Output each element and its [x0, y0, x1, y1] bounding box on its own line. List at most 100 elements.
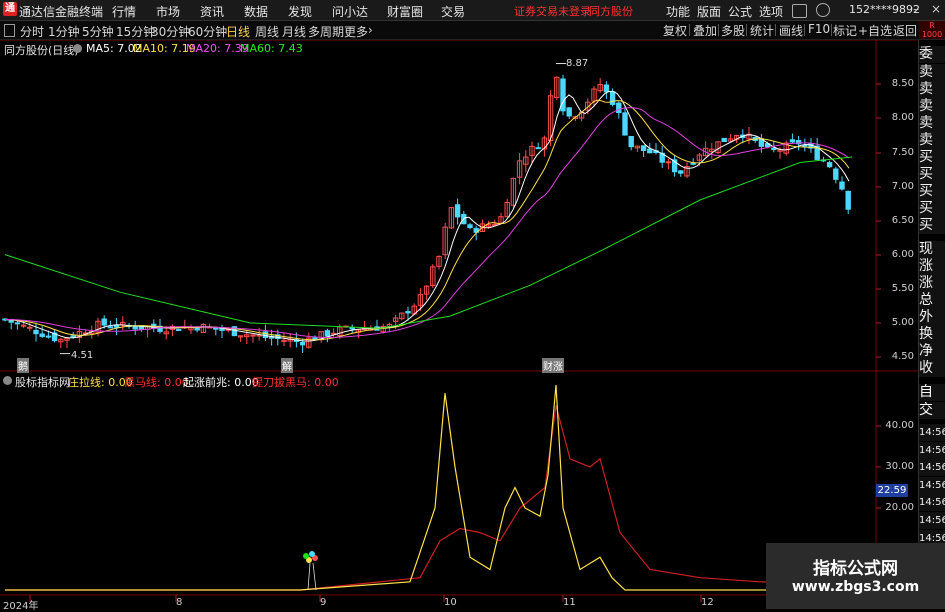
kline-chart-area[interactable]	[0, 40, 918, 609]
candle-body	[39, 333, 45, 337]
candle-body	[27, 326, 33, 329]
ma60-line	[4, 156, 853, 329]
signal-marker	[309, 551, 315, 557]
sidebar-item: 买一	[919, 149, 945, 166]
sidebar-item: 卖四	[919, 81, 945, 98]
menu-formula[interactable]: 公式	[728, 3, 752, 20]
period-60min[interactable]: 60分钟	[188, 23, 227, 40]
indicator-settings-icon[interactable]	[3, 376, 12, 385]
user-avatar-icon[interactable]	[816, 3, 830, 17]
menu-wealth[interactable]: 财富圈	[387, 3, 423, 20]
x-axis-label: 12	[701, 597, 714, 608]
period-5min[interactable]: 5分钟	[82, 23, 114, 40]
toolbar-divider	[775, 24, 776, 36]
x-axis-label: 11	[563, 597, 576, 608]
x-axis-label: 10	[444, 597, 457, 608]
menu-data[interactable]: 数据	[244, 3, 268, 20]
trade-time: 14:56	[919, 512, 945, 529]
candle-body	[616, 102, 622, 114]
period-weekly[interactable]: 周线	[255, 23, 279, 40]
indicator-title[interactable]: 股标指标网	[15, 374, 70, 390]
close-icon[interactable]: ×	[928, 2, 944, 17]
candle-body	[250, 334, 256, 337]
signal-stem	[307, 562, 311, 591]
add-watchlist-button[interactable]: +自选	[858, 22, 892, 38]
y-axis-label: 5.00	[891, 317, 914, 328]
candle-body	[690, 162, 696, 165]
period-tick[interactable]: 分时	[20, 23, 44, 40]
event-marker[interactable]: 财涨	[542, 358, 564, 373]
panel-toggle-icon[interactable]	[4, 24, 15, 37]
sidebar-item: 收益	[919, 360, 945, 377]
toolbar-divider	[718, 24, 719, 36]
sidebar-item: 外盘	[919, 309, 945, 326]
period-daily[interactable]: 日线	[226, 23, 250, 40]
period-1min[interactable]: 1分钟	[48, 23, 80, 40]
sidebar-item: 买四	[919, 200, 945, 217]
candle-body	[194, 327, 200, 331]
menu-market[interactable]: 市场	[156, 3, 180, 20]
candle-body	[349, 327, 355, 330]
multi-stock-button[interactable]: 多股	[721, 22, 745, 38]
settings-icon[interactable]	[73, 44, 82, 53]
period-multi[interactable]: 多周期	[308, 23, 344, 40]
menu-discover[interactable]: 发现	[288, 3, 312, 20]
sidebar-item: 委比	[919, 46, 945, 63]
trade-login-warning[interactable]: 证券交易未登录	[514, 3, 591, 19]
candle-body	[14, 322, 21, 325]
sidebar-item: 卖五	[919, 64, 945, 81]
period-15min[interactable]: 15分钟	[116, 23, 155, 40]
event-marker[interactable]: 鹅	[17, 358, 29, 373]
candle-body	[262, 331, 269, 339]
sidebar-item: 涨幅	[919, 275, 945, 292]
stock-name-title: 同方股份	[589, 5, 633, 18]
sidebar-item: 买五	[919, 217, 945, 234]
chevron-right-icon[interactable]: ›	[368, 23, 373, 37]
menu-market-quotes[interactable]: 行情	[112, 3, 136, 20]
sidebar-tab[interactable]: 交易	[919, 402, 945, 419]
sidebar-item: 卖三	[919, 98, 945, 115]
watermark-title: 指标公式网	[813, 559, 898, 579]
candle-body	[826, 162, 833, 168]
overlay-button[interactable]: 叠加	[693, 22, 717, 38]
menu-layout[interactable]: 版面	[697, 3, 721, 20]
period-more[interactable]: 更多	[344, 23, 368, 40]
candle-body	[721, 137, 727, 143]
menu-function[interactable]: 功能	[666, 3, 690, 20]
mark-button[interactable]: 标记	[833, 22, 857, 38]
level2-badge[interactable]: R 1000	[919, 21, 945, 39]
adjust-button[interactable]: 复权	[663, 22, 687, 38]
sidebar-item: 净资	[919, 343, 945, 360]
menu-ask[interactable]: 问小达	[332, 3, 368, 20]
x-axis-label: 2024年	[3, 601, 39, 612]
period-monthly[interactable]: 月线	[282, 23, 306, 40]
menu-options[interactable]: 选项	[759, 3, 783, 20]
draw-line-button[interactable]: 画线	[779, 22, 803, 38]
signal-stem	[312, 562, 317, 591]
sidebar-item: 卖二	[919, 115, 945, 132]
candle-body	[405, 311, 411, 314]
candle-body	[789, 139, 796, 143]
candle-body	[640, 145, 647, 152]
title-bar: 通 通达信金融终端 行情 市场 资讯 数据 发现 问小达 财富圈 交易 证券交易…	[0, 0, 945, 21]
sidebar-tab[interactable]: 自动	[919, 384, 945, 401]
menu-news[interactable]: 资讯	[200, 3, 224, 20]
indicator-yellow-line	[5, 384, 876, 591]
f10-button[interactable]: F10	[808, 22, 830, 38]
candle-body	[665, 161, 672, 164]
y-axis-label: 7.50	[891, 147, 914, 158]
minimize-icon[interactable]: –	[908, 2, 924, 17]
message-icon[interactable]	[792, 4, 807, 18]
statistics-button[interactable]: 统计	[750, 22, 774, 38]
sidebar-item: 换手	[919, 326, 945, 343]
indicator-line-label: 庄拉线: 0.00	[68, 376, 133, 389]
y-axis-label: 7.00	[891, 181, 914, 192]
back-button[interactable]: 返回	[893, 22, 917, 38]
menu-trade[interactable]: 交易	[441, 3, 465, 20]
event-marker[interactable]: 解	[281, 358, 293, 373]
toolbar-divider	[746, 24, 747, 36]
x-axis-label: 9	[320, 597, 327, 608]
candle-body	[560, 78, 566, 112]
period-30min[interactable]: 30分钟	[151, 23, 190, 40]
candle-body	[628, 135, 634, 148]
